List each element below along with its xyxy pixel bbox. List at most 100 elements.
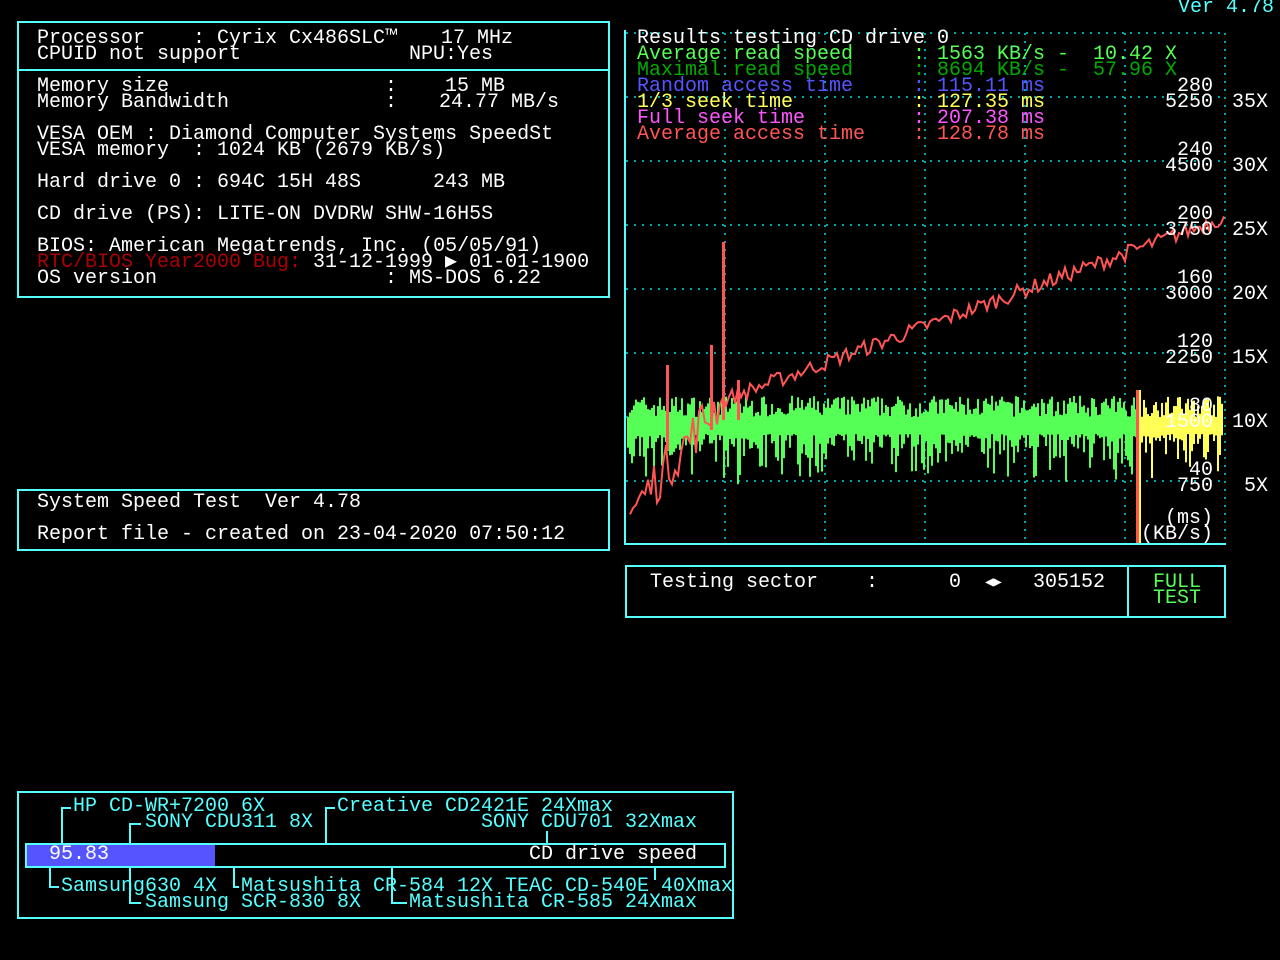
read-speed-bar bbox=[1221, 403, 1223, 436]
read-speed-bar bbox=[1091, 398, 1093, 458]
kbs-tick: 750 bbox=[1176, 475, 1213, 498]
connector bbox=[129, 823, 141, 825]
read-speed-bar bbox=[1073, 395, 1075, 447]
read-speed-bar bbox=[777, 407, 779, 461]
read-speed-bar bbox=[645, 404, 647, 477]
read-speed-bar bbox=[1147, 414, 1149, 437]
read-speed-bar bbox=[853, 400, 855, 461]
read-speed-bar bbox=[995, 401, 997, 441]
read-speed-bar bbox=[949, 405, 951, 444]
read-speed-bar bbox=[677, 411, 679, 445]
read-speed-bar bbox=[927, 411, 929, 474]
read-speed-bar bbox=[909, 403, 911, 435]
read-speed-bar bbox=[629, 412, 631, 454]
ref-teac: TEAC CD-540E 40Xmax bbox=[505, 875, 734, 898]
read-speed-bar bbox=[997, 405, 999, 442]
read-speed-bar bbox=[1017, 396, 1019, 453]
speed-label: CD drive speed bbox=[529, 843, 698, 866]
kbs-tick: 3750 bbox=[1164, 219, 1213, 242]
kbs-tick: 4500 bbox=[1164, 155, 1213, 178]
read-speed-bar bbox=[669, 412, 671, 456]
marker-line bbox=[1136, 390, 1139, 543]
kbs-tick: 1500 bbox=[1164, 411, 1213, 434]
read-speed-bar bbox=[731, 398, 733, 445]
read-speed-bar bbox=[719, 414, 721, 441]
read-speed-bar bbox=[915, 408, 917, 472]
read-speed-bar bbox=[659, 397, 661, 436]
read-speed-bar bbox=[985, 398, 987, 439]
read-speed-bar bbox=[1003, 401, 1005, 451]
read-speed-bar bbox=[727, 411, 729, 467]
read-speed-bar bbox=[707, 403, 709, 436]
read-speed-bar bbox=[789, 403, 791, 448]
read-speed-bar bbox=[649, 409, 651, 437]
read-speed-bar bbox=[807, 402, 809, 458]
access-time-spike bbox=[737, 380, 740, 420]
read-speed-bar bbox=[775, 411, 777, 458]
arrows-icon: ◀▶ bbox=[985, 575, 1002, 591]
read-speed-bar bbox=[1121, 407, 1123, 464]
read-speed-bar bbox=[641, 399, 643, 438]
read-speed-bar bbox=[1063, 400, 1065, 456]
read-speed-bar bbox=[673, 405, 675, 452]
x-tick: 35X bbox=[1231, 91, 1268, 114]
chart-left-border bbox=[624, 30, 626, 545]
read-speed-bar bbox=[929, 402, 931, 457]
read-speed-bar bbox=[1103, 401, 1105, 461]
read-speed-bar bbox=[653, 405, 655, 467]
kbs-tick: 3000 bbox=[1164, 283, 1213, 306]
read-speed-bar bbox=[991, 395, 993, 435]
read-speed-bar bbox=[941, 399, 943, 435]
read-speed-bar bbox=[1007, 401, 1009, 477]
read-speed-bar bbox=[679, 409, 681, 450]
read-speed-bar bbox=[1141, 416, 1143, 443]
ref-sony701: SONY CDU701 32Xmax bbox=[481, 811, 698, 834]
read-speed-bar bbox=[1157, 410, 1159, 438]
read-speed-bar bbox=[1049, 399, 1051, 470]
read-speed-bar bbox=[819, 412, 821, 444]
full-test-line2: TEST bbox=[1153, 587, 1202, 610]
read-speed-bar bbox=[631, 409, 633, 464]
read-speed-bar bbox=[759, 415, 761, 467]
read-speed-bar bbox=[1081, 406, 1083, 435]
read-speed-bar bbox=[799, 407, 801, 477]
read-speed-bar bbox=[913, 416, 915, 447]
read-speed-bar bbox=[681, 398, 683, 439]
read-speed-bar bbox=[851, 396, 853, 451]
x-tick: 25X bbox=[1231, 219, 1268, 242]
x-tick: 20X bbox=[1231, 283, 1268, 306]
read-speed-bar bbox=[1011, 403, 1013, 447]
read-speed-bar bbox=[1153, 405, 1155, 438]
read-speed-bar bbox=[973, 408, 975, 438]
read-speed-bar bbox=[671, 398, 673, 455]
read-speed-bar bbox=[849, 414, 851, 447]
read-speed-bar bbox=[1099, 414, 1101, 439]
read-speed-bar bbox=[979, 414, 981, 439]
connector bbox=[233, 867, 235, 888]
read-speed-bar bbox=[1015, 396, 1017, 446]
x-tick: 30X bbox=[1231, 155, 1268, 178]
read-speed-bar bbox=[765, 404, 767, 468]
read-speed-bar bbox=[761, 397, 763, 466]
read-speed-bar bbox=[1109, 408, 1111, 459]
read-speed-bar bbox=[1047, 403, 1049, 435]
read-speed-bar bbox=[891, 407, 893, 465]
read-speed-bar bbox=[1155, 402, 1157, 441]
read-speed-bar bbox=[787, 413, 789, 436]
unit-kbs: (KB/s) bbox=[1141, 523, 1214, 546]
result-sep: : bbox=[913, 123, 926, 146]
read-speed-bar bbox=[1125, 410, 1127, 456]
read-speed-bar bbox=[971, 413, 973, 436]
read-speed-bar bbox=[1077, 413, 1079, 449]
read-speed-bar bbox=[811, 407, 813, 458]
read-speed-bar bbox=[1065, 413, 1067, 482]
read-speed-bar bbox=[1129, 416, 1131, 467]
connector bbox=[49, 886, 59, 888]
read-speed-bar bbox=[1111, 398, 1113, 442]
read-speed-bar bbox=[779, 408, 781, 436]
read-speed-bar bbox=[1145, 407, 1147, 453]
read-speed-bar bbox=[749, 405, 751, 449]
read-speed-bar bbox=[881, 398, 883, 448]
read-speed-bar bbox=[1149, 416, 1151, 444]
full-test-button[interactable]: FULL TEST bbox=[1129, 567, 1224, 616]
